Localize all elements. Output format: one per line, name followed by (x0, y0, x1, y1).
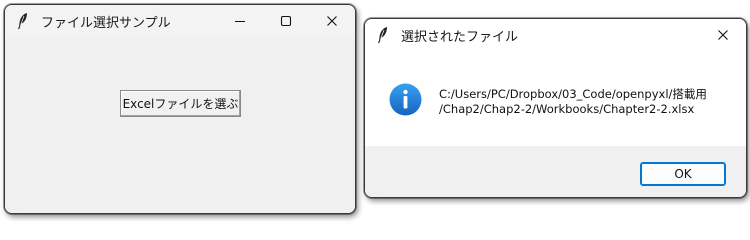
message-line: C:/Users/PC/Dropbox/03_Code/openpyxl/搭載用 (439, 87, 707, 101)
main-window: ファイル選択サンプル Excelファイルを選ぶ (4, 4, 356, 214)
ok-button[interactable]: OK (640, 162, 726, 186)
close-icon (327, 16, 337, 26)
feather-icon (12, 10, 34, 32)
close-button[interactable] (309, 5, 355, 37)
minimize-button[interactable] (217, 5, 263, 37)
info-icon (389, 83, 422, 116)
window-title: ファイル選択サンプル (41, 15, 171, 31)
dialog-titlebar[interactable]: 選択されたファイル (365, 19, 746, 51)
feather-icon (372, 24, 394, 46)
dialog-title: 選択されたファイル (401, 29, 519, 45)
message-line: /Chap2/Chap2-2/Workbooks/Chapter2-2.xlsx (439, 102, 695, 116)
dialog-close-button[interactable] (700, 19, 746, 51)
message-dialog: 選択されたファイル C:/Users/PC/Dropbox/03_Code/op… (364, 18, 747, 198)
dialog-body: C:/Users/PC/Dropbox/03_Code/openpyxl/搭載用… (365, 51, 746, 146)
maximize-icon (280, 15, 292, 27)
main-client-area: Excelファイルを選ぶ (5, 37, 355, 213)
maximize-button[interactable] (263, 5, 309, 37)
dialog-footer: OK (365, 146, 746, 197)
minimize-icon (235, 20, 245, 23)
dialog-message: C:/Users/PC/Dropbox/03_Code/openpyxl/搭載用… (439, 87, 707, 117)
close-icon (718, 30, 728, 40)
main-titlebar[interactable]: ファイル選択サンプル (5, 5, 355, 37)
select-excel-file-button[interactable]: Excelファイルを選ぶ (120, 90, 241, 117)
